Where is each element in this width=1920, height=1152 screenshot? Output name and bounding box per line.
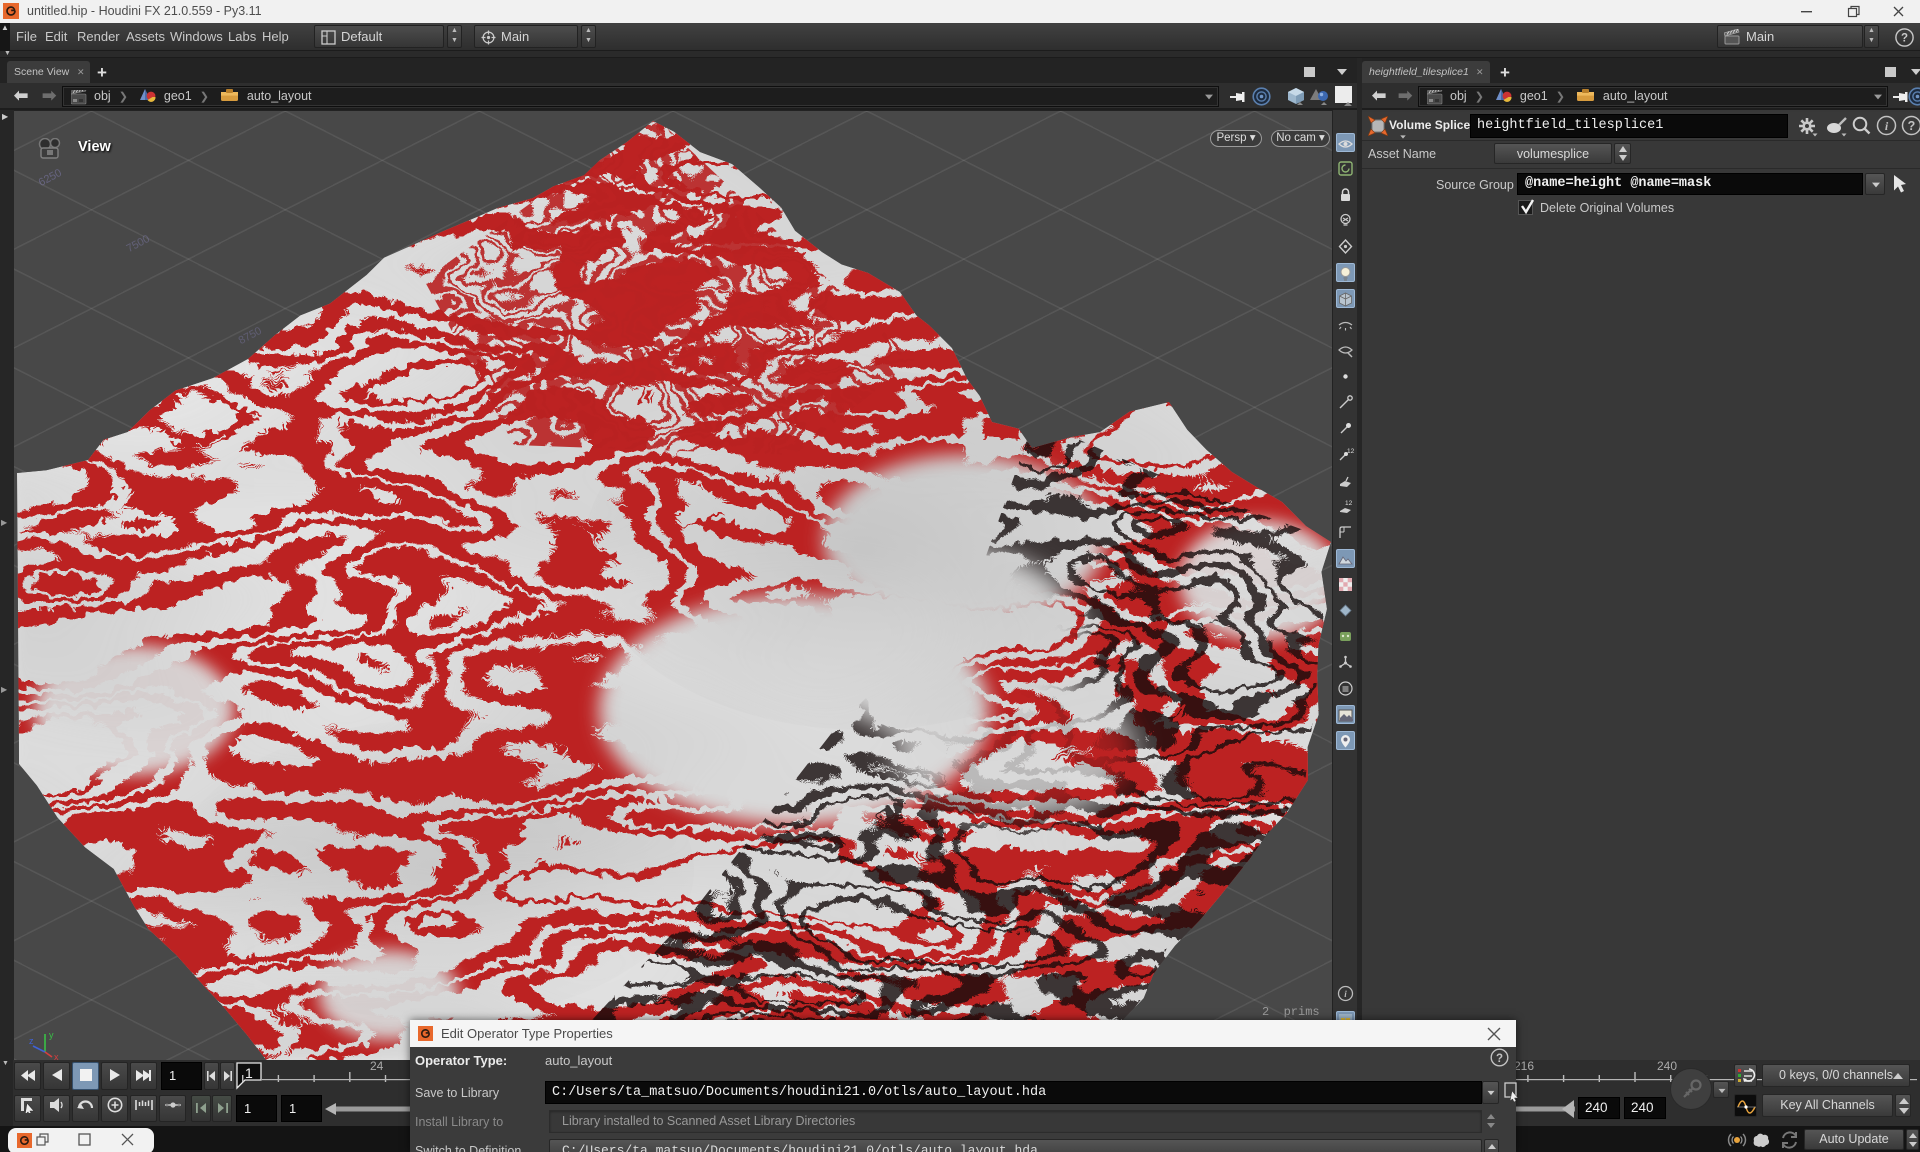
svg-text:?: ?	[1901, 33, 1908, 45]
svg-text:1: 1	[245, 1065, 253, 1081]
svg-text:24: 24	[370, 1060, 384, 1073]
svg-text:y: y	[49, 1030, 54, 1040]
svg-text:12: 12	[1345, 500, 1353, 507]
svg-text:i: i	[1344, 989, 1347, 999]
svg-text:?: ?	[1908, 119, 1916, 133]
svg-text:12: 12	[1347, 448, 1354, 455]
svg-text:240: 240	[1657, 1060, 1677, 1073]
svg-text:i: i	[1885, 119, 1889, 133]
svg-text:?: ?	[1496, 1053, 1503, 1065]
svg-text:216: 216	[1514, 1060, 1534, 1073]
svg-text:z: z	[29, 1036, 34, 1046]
svg-text:x: x	[54, 1052, 59, 1060]
